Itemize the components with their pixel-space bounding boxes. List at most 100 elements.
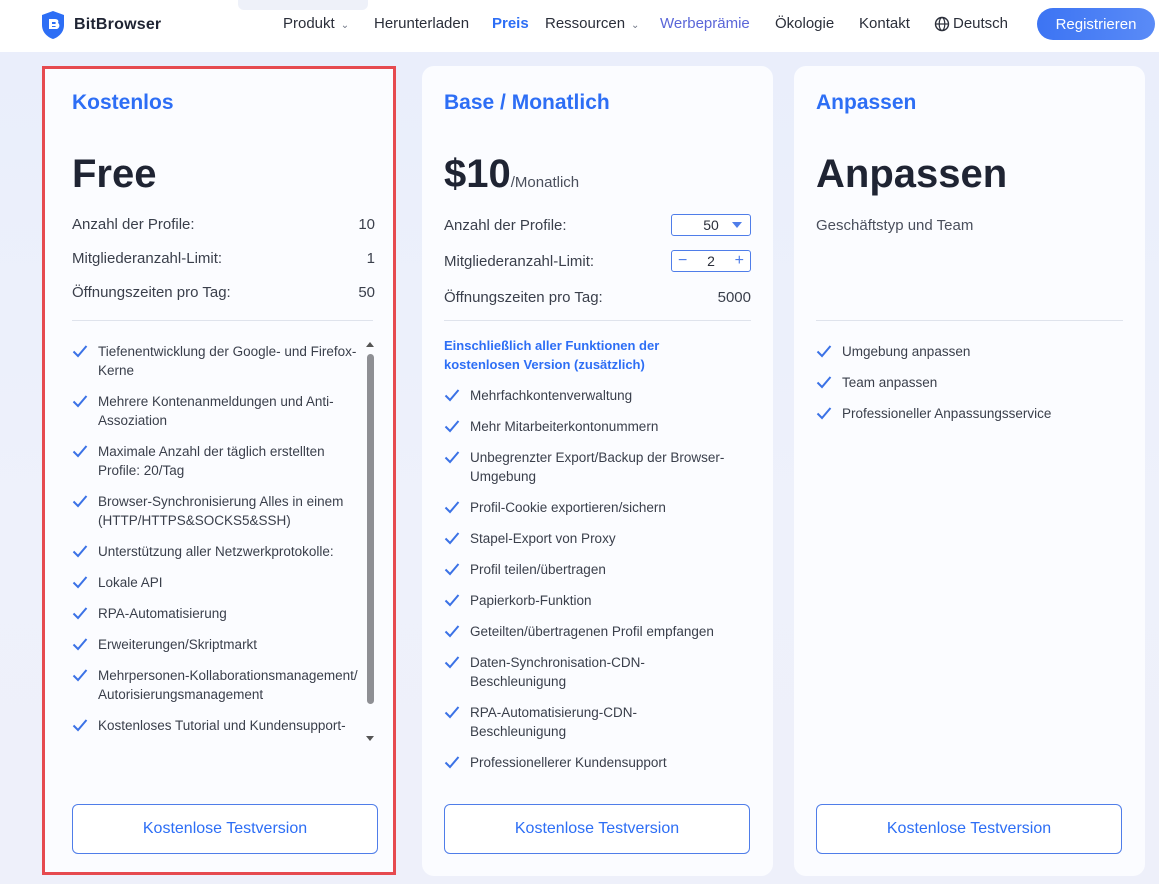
feature-item: Browser-Synchronisierung Alles in einem … — [72, 492, 362, 530]
plan-name: Anpassen — [816, 91, 917, 114]
language-label: Deutsch — [953, 15, 1009, 32]
nav-item-produkt[interactable]: Produkt ⌄ — [283, 15, 349, 32]
spec-label: Anzahl der Profile: — [444, 216, 567, 234]
nav-item-label: Ressourcen — [545, 15, 626, 32]
spec-label: Anzahl der Profile: — [72, 215, 195, 233]
plan-card-base: Base / Monatlich $10/Monatlich Anzahl de… — [422, 66, 773, 876]
nav-item-kontakt[interactable]: Kontakt — [859, 15, 910, 32]
spec-value: 50 — [358, 283, 375, 301]
feature-text: Lokale API — [98, 575, 163, 590]
nav-item-oekologie[interactable]: Ökologie — [775, 15, 834, 32]
feature-text: Tiefenentwicklung der Google- und Firefo… — [98, 344, 357, 378]
feature-text: Daten-Synchronisation-CDN-Beschleunigung — [470, 655, 645, 689]
check-icon — [444, 563, 460, 576]
dropdown-caret-icon — [732, 222, 742, 228]
feature-item: Profil-Cookie exportieren/sichern — [444, 498, 733, 517]
check-icon — [444, 594, 460, 607]
price-amount: $10 — [444, 152, 511, 196]
spec-profiles: Anzahl der Profile: 50 — [444, 214, 751, 236]
check-icon — [72, 545, 88, 558]
scroll-down-arrow-icon[interactable] — [366, 736, 374, 741]
feature-text: Mehrpersonen-Kollaborationsmanagement/ A… — [98, 668, 358, 702]
feature-item: Umgebung anpassen — [816, 342, 1115, 361]
feature-item: Professioneller Anpassungsservice — [816, 404, 1115, 423]
feature-text: Profil-Cookie exportieren/sichern — [470, 500, 666, 515]
spec-label: Mitgliederanzahl-Limit: — [444, 252, 595, 270]
feature-text: Papierkorb-Funktion — [470, 593, 592, 608]
members-stepper[interactable]: − 2 + — [671, 250, 751, 272]
feature-item: Daten-Synchronisation-CDN-Beschleunigung — [444, 653, 733, 691]
scroll-up-arrow-icon[interactable] — [366, 342, 374, 347]
check-icon — [444, 756, 460, 769]
plan-card-custom: Anpassen Anpassen Geschäftstyp und Team … — [794, 66, 1145, 876]
nav-item-preis[interactable]: Preis — [492, 15, 529, 32]
nav-item-label: Ökologie — [775, 15, 835, 32]
minus-icon[interactable]: − — [678, 253, 687, 269]
feature-item: Geteilten/übertragenen Profil empfangen — [444, 622, 733, 641]
globe-icon — [934, 16, 950, 31]
feature-item: Mehrere Kontenanmeldungen und Anti-Assoz… — [72, 392, 362, 430]
feature-item: Stapel-Export von Proxy — [444, 529, 733, 548]
check-icon — [72, 669, 88, 682]
check-icon — [72, 495, 88, 508]
nav-item-label: Werbeprämie — [660, 15, 750, 32]
feature-item: Unbegrenzter Export/Backup der Browser-U… — [444, 448, 733, 486]
nav-decoration — [238, 0, 368, 10]
check-icon — [816, 376, 832, 389]
feature-list-scroll-area[interactable]: Tiefenentwicklung der Google- und Firefo… — [72, 342, 362, 754]
spec-label: Öffnungszeiten pro Tag: — [444, 288, 603, 306]
feature-item: Mehr Mitarbeiterkontonummern — [444, 417, 733, 436]
feature-list: Einschließlich aller Funktionen der kost… — [444, 336, 733, 784]
free-trial-button[interactable]: Kostenlose Testversion — [444, 804, 750, 854]
divider — [72, 320, 373, 321]
brand-logo[interactable]: BitBrowser — [40, 10, 161, 40]
feature-text: Professioneller Anpassungsservice — [842, 406, 1052, 421]
profiles-select[interactable]: 50 — [671, 214, 751, 236]
divider — [444, 320, 751, 321]
check-icon — [72, 576, 88, 589]
feature-text: Umgebung anpassen — [842, 344, 971, 359]
free-trial-button[interactable]: Kostenlose Testversion — [816, 804, 1122, 854]
language-selector[interactable]: Deutsch — [934, 15, 1008, 32]
spec-members: Mitgliederanzahl-Limit: 1 — [72, 248, 375, 268]
check-icon — [816, 407, 832, 420]
divider — [816, 320, 1123, 321]
plus-icon[interactable]: + — [735, 253, 744, 269]
feature-item: Profil teilen/übertragen — [444, 560, 733, 579]
feature-item: Lokale API — [72, 573, 362, 592]
feature-text: Maximale Anzahl der täglich erstellten P… — [98, 444, 325, 478]
feature-text: Unterstützung aller Netzwerkprotokolle: — [98, 544, 334, 559]
feature-item: Maximale Anzahl der täglich erstellten P… — [72, 442, 362, 480]
nav-item-label: Kontakt — [859, 15, 910, 32]
check-icon — [72, 719, 88, 732]
check-icon — [444, 625, 460, 638]
check-icon — [72, 638, 88, 651]
plan-price: Free — [72, 152, 157, 196]
nav-item-ressourcen[interactable]: Ressourcen ⌄ — [545, 15, 639, 32]
feature-item: Team anpassen — [816, 373, 1115, 392]
check-icon — [72, 445, 88, 458]
check-icon — [72, 607, 88, 620]
stepper-value: 2 — [707, 253, 715, 269]
scrollbar-thumb[interactable] — [367, 354, 374, 704]
nav-item-werbepraemie[interactable]: Werbeprämie — [660, 15, 750, 32]
nav-item-label: Herunterladen — [374, 15, 470, 32]
spec-profiles: Anzahl der Profile: 10 — [72, 214, 375, 234]
feature-text: Stapel-Export von Proxy — [470, 531, 616, 546]
plan-price: Anpassen — [816, 152, 1008, 196]
free-trial-button[interactable]: Kostenlose Testversion — [72, 804, 378, 854]
feature-list: Umgebung anpassen Team anpassen Professi… — [816, 342, 1115, 435]
check-icon — [444, 656, 460, 669]
register-button[interactable]: Registrieren — [1037, 8, 1155, 40]
feature-item: RPA-Automatisierung-CDN-Beschleunigung — [444, 703, 733, 741]
spec-value: 1 — [366, 249, 375, 267]
nav-item-herunterladen[interactable]: Herunterladen — [374, 15, 469, 32]
feature-item: Papierkorb-Funktion — [444, 591, 733, 610]
feature-item: Tiefenentwicklung der Google- und Firefo… — [72, 342, 362, 380]
feature-text: Geteilten/übertragenen Profil empfangen — [470, 624, 714, 639]
check-icon — [72, 395, 88, 408]
feature-text: Mehrfachkontenverwaltung — [470, 388, 633, 403]
feature-text: Kostenloses Tutorial und Kundensupport- — [98, 718, 346, 733]
feature-item: Mehrpersonen-Kollaborationsmanagement/ A… — [72, 666, 362, 704]
spec-label: Öffnungszeiten pro Tag: — [72, 283, 231, 301]
